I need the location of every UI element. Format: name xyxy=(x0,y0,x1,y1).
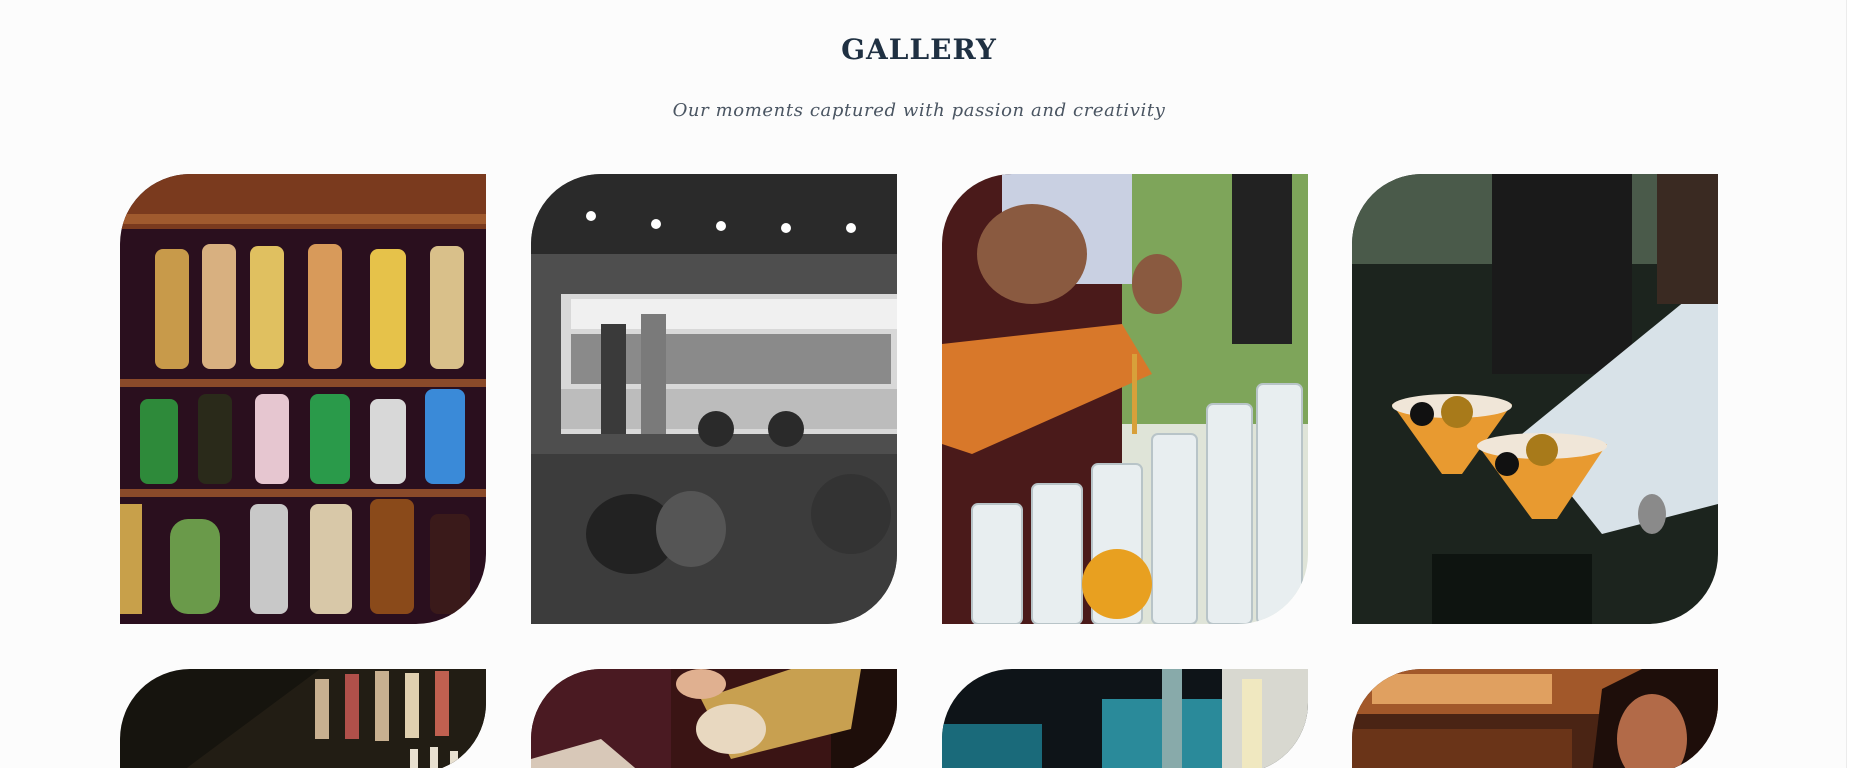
pouring-drink-image xyxy=(942,174,1308,624)
gallery-subtitle: Our moments captured with passion and cr… xyxy=(672,100,1166,121)
gallery-photo-7[interactable] xyxy=(942,669,1308,768)
gallery-photo-5[interactable] xyxy=(120,669,486,768)
gallery-title: GALLERY xyxy=(841,33,997,66)
gallery-photo-8[interactable] xyxy=(1352,669,1718,768)
bartender-closeup-image xyxy=(1352,669,1718,768)
food-truck-event-image xyxy=(531,174,897,624)
cocktail-shaker-image xyxy=(531,669,897,768)
bar-bottles-image xyxy=(120,174,486,624)
gallery-photo-2[interactable] xyxy=(531,174,897,624)
gallery-photo-6[interactable] xyxy=(531,669,897,768)
cocktails-image xyxy=(1352,174,1718,624)
gallery-photo-4[interactable] xyxy=(1352,174,1718,624)
gallery-photo-1[interactable] xyxy=(120,174,486,624)
gallery-photo-3[interactable] xyxy=(942,174,1308,624)
page-scrollbar[interactable] xyxy=(1846,0,1863,768)
bar-lights-image xyxy=(942,669,1308,768)
bar-shelves-image xyxy=(120,669,486,768)
